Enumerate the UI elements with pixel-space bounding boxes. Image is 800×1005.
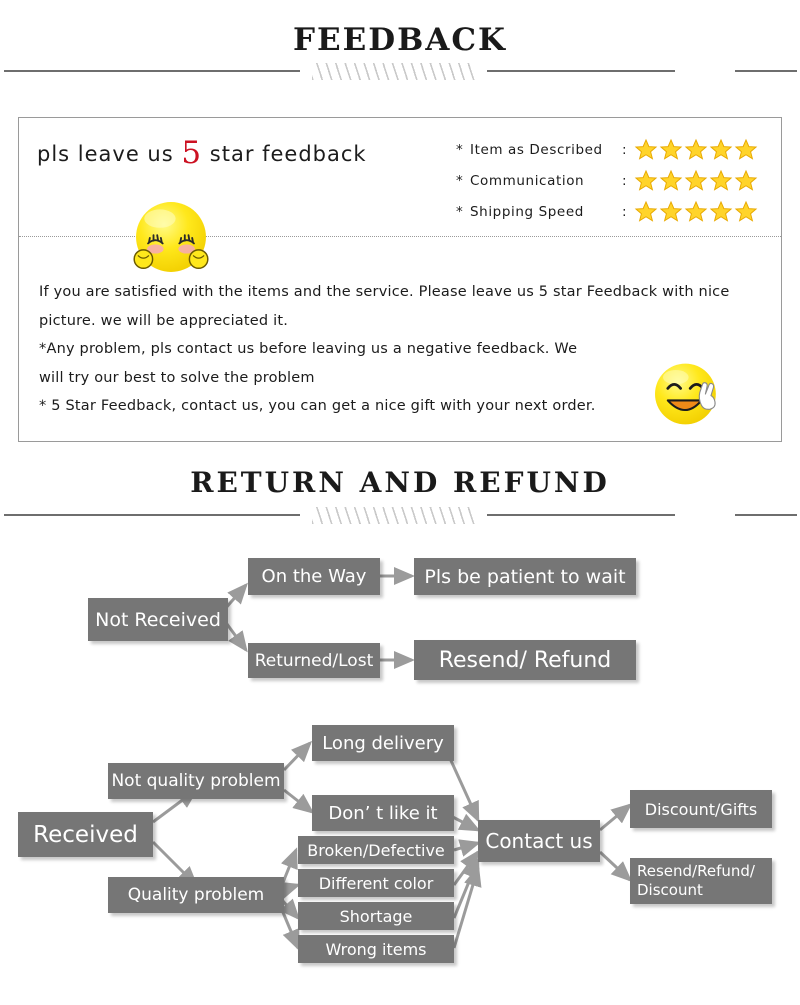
node-returned-lost[interactable]: Returned/Lost [248,643,380,678]
rating-row-shipping-speed: * Shipping Speed : [456,196,758,227]
node-long-delivery[interactable]: Long delivery [312,725,454,761]
rating-colon: : [622,172,628,189]
node-different-color[interactable]: Different color [298,869,454,897]
star-icon [659,138,683,160]
feedback-divider [0,60,800,82]
headline-star-count: 5 [181,135,203,171]
node-broken-defective[interactable]: Broken/Defective [298,836,454,864]
star-icon [734,169,758,191]
rating-row-communication: * Communication : [456,165,758,196]
node-shortage[interactable]: Shortage [298,902,454,930]
node-received[interactable]: Received [18,812,153,857]
star-icon [659,169,683,191]
star-icon [634,138,658,160]
divider-bar-left [4,70,300,72]
headline-text-before: pls leave us [37,142,182,166]
feedback-headline: pls leave us 5 star feedback [37,135,367,171]
divider-bar-mid [487,70,675,72]
node-line-2: Discount [637,881,703,899]
rating-colon: : [622,203,628,220]
body-line: * 5 Star Feedback, contact us, you can g… [39,398,596,414]
feedback-body-text: If you are satisfied with the items and … [39,278,769,421]
divider-hatch [312,63,476,80]
feedback-section-title: FEEDBACK [292,22,508,58]
star-icon [709,169,733,191]
headline-text-after: star feedback [202,142,367,166]
divider-bar-right [735,514,797,516]
rating-row-item-as-described: * Item as Described : [456,134,758,165]
return-refund-section-title: RETURN AND REFUND [190,466,610,499]
node-resend-refund[interactable]: Resend/ Refund [414,640,636,680]
star-rating-5 [634,200,758,223]
star-icon [709,138,733,160]
ratings-list: * Item as Described : * Communication : [456,134,758,227]
star-icon [659,200,683,222]
body-line: If you are satisfied with the items and … [39,284,730,300]
star-icon [634,200,658,222]
return-divider [0,504,800,526]
node-quality-problem[interactable]: Quality problem [108,877,284,913]
body-line: *Any problem, pls contact us before leav… [39,341,578,357]
rating-label: Communication [470,172,585,189]
feedback-return-refund-page: FEEDBACK pls leave us 5 star feedback * … [0,0,800,1005]
asterisk-icon: * [456,172,464,189]
feedback-panel: pls leave us 5 star feedback * Item as D… [18,117,782,442]
node-resend-refund-discount[interactable]: Resend/Refund/ Discount [630,858,772,904]
divider-hatch [312,507,476,524]
node-pls-be-patient-to-wait[interactable]: Pls be patient to wait [414,558,636,595]
asterisk-icon: * [456,203,464,220]
star-rating-5 [634,138,758,161]
node-dont-like-it[interactable]: Don’ t like it [312,795,454,831]
rating-colon: : [622,141,628,158]
star-icon [709,200,733,222]
star-icon [684,169,708,191]
body-line: picture. we will be appreciated it. [39,312,289,329]
star-icon [734,138,758,160]
body-line: will try our best to solve the problem [39,369,315,386]
node-contact-us[interactable]: Contact us [478,820,600,862]
shy-blushing-emoji [133,202,209,272]
node-not-quality-problem[interactable]: Not quality problem [108,763,284,799]
asterisk-icon: * [456,141,464,158]
node-wrong-items[interactable]: Wrong items [298,935,454,963]
node-line-1: Resend/Refund/ [637,862,755,880]
divider-bar-right [735,70,797,72]
divider-bar-left [4,514,300,516]
star-icon [684,200,708,222]
star-icon [734,200,758,222]
rating-label: Shipping Speed [470,203,584,220]
star-rating-5 [634,169,758,192]
rating-label: Item as Described [470,141,603,158]
return-refund-flowchart: Not Received On the Way Pls be patient t… [0,540,800,1005]
star-icon [634,169,658,191]
node-discount-gifts[interactable]: Discount/Gifts [630,790,772,828]
star-icon [684,138,708,160]
node-on-the-way[interactable]: On the Way [248,558,380,595]
divider-bar-mid [487,514,675,516]
node-not-received[interactable]: Not Received [88,598,228,641]
